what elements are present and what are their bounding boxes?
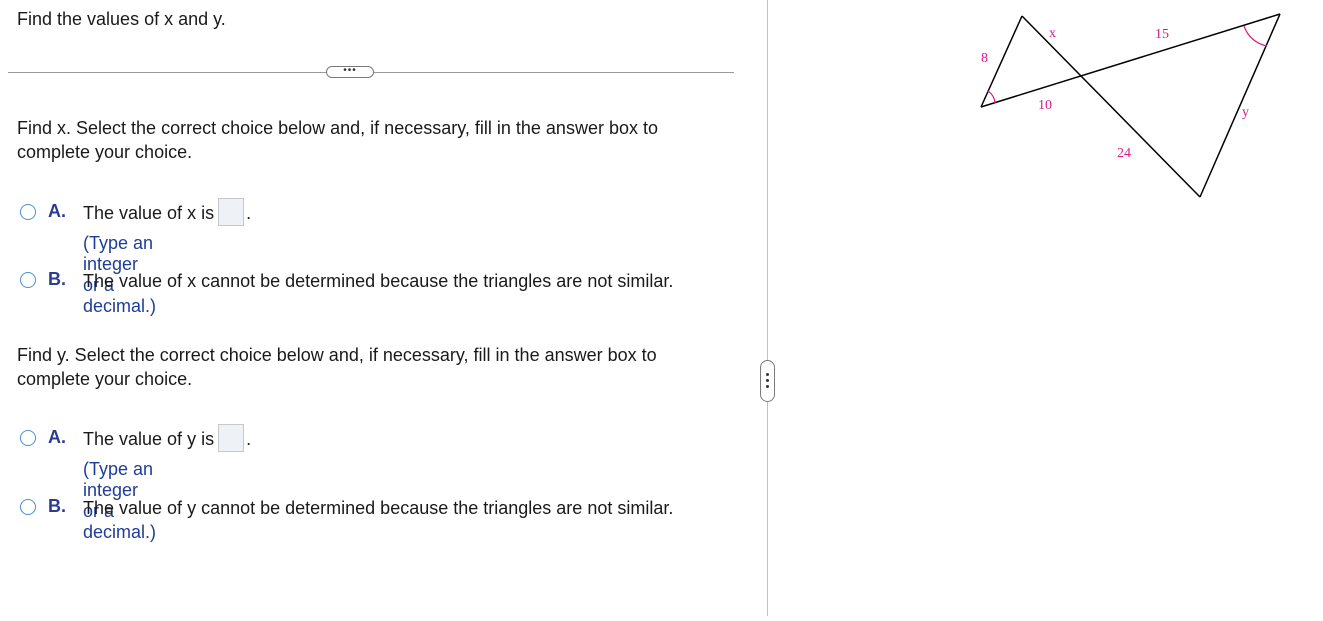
side-y-line (1199, 13, 1281, 198)
similar-triangles-figure: 8 x 10 15 24 y (980, 13, 1281, 198)
option-letter: A. (48, 427, 66, 447)
option-text-after: . (246, 429, 252, 449)
angle-mark-left (987, 90, 996, 104)
part-y-option-b-radio[interactable] (20, 499, 36, 515)
label-x: x (1049, 26, 1056, 41)
question-pane: Find the values of x and y. ••• Find x. … (0, 0, 767, 616)
option-text: The value of x cannot be determined beca… (83, 271, 674, 291)
y-answer-input[interactable] (218, 424, 245, 453)
option-letter: B. (48, 269, 66, 289)
option-text: The value of y cannot be determined beca… (83, 498, 674, 518)
x-answer-input[interactable] (218, 198, 245, 227)
label-y: y (1242, 105, 1249, 120)
option-letter: A. (48, 201, 66, 221)
option-text-before: The value of x is (83, 203, 215, 223)
option-text: The value of y is. (83, 424, 703, 453)
option-text: The value of x is. (83, 198, 703, 227)
part-x-option-a-radio[interactable] (20, 204, 36, 220)
label-15: 15 (1155, 27, 1169, 42)
option-text-after: . (246, 203, 252, 223)
label-8: 8 (981, 51, 988, 66)
angle-mark-right (1243, 25, 1268, 47)
figure-pane: 8 x 10 15 24 y (768, 0, 1323, 616)
label-24: 24 (1117, 146, 1131, 161)
part-x-prompt: Find x. Select the correct choice below … (17, 118, 658, 162)
option-letter: B. (48, 496, 66, 516)
part-x-option-b-radio[interactable] (20, 272, 36, 288)
expand-more-button[interactable]: ••• (326, 66, 374, 78)
part-y-prompt: Find y. Select the correct choice below … (17, 345, 657, 389)
option-text-before: The value of y is (83, 429, 215, 449)
side-10-15-line (980, 13, 1281, 108)
question-title: Find the values of x and y. (17, 9, 226, 29)
part-y-option-a-radio[interactable] (20, 430, 36, 446)
label-10: 10 (1038, 98, 1052, 113)
